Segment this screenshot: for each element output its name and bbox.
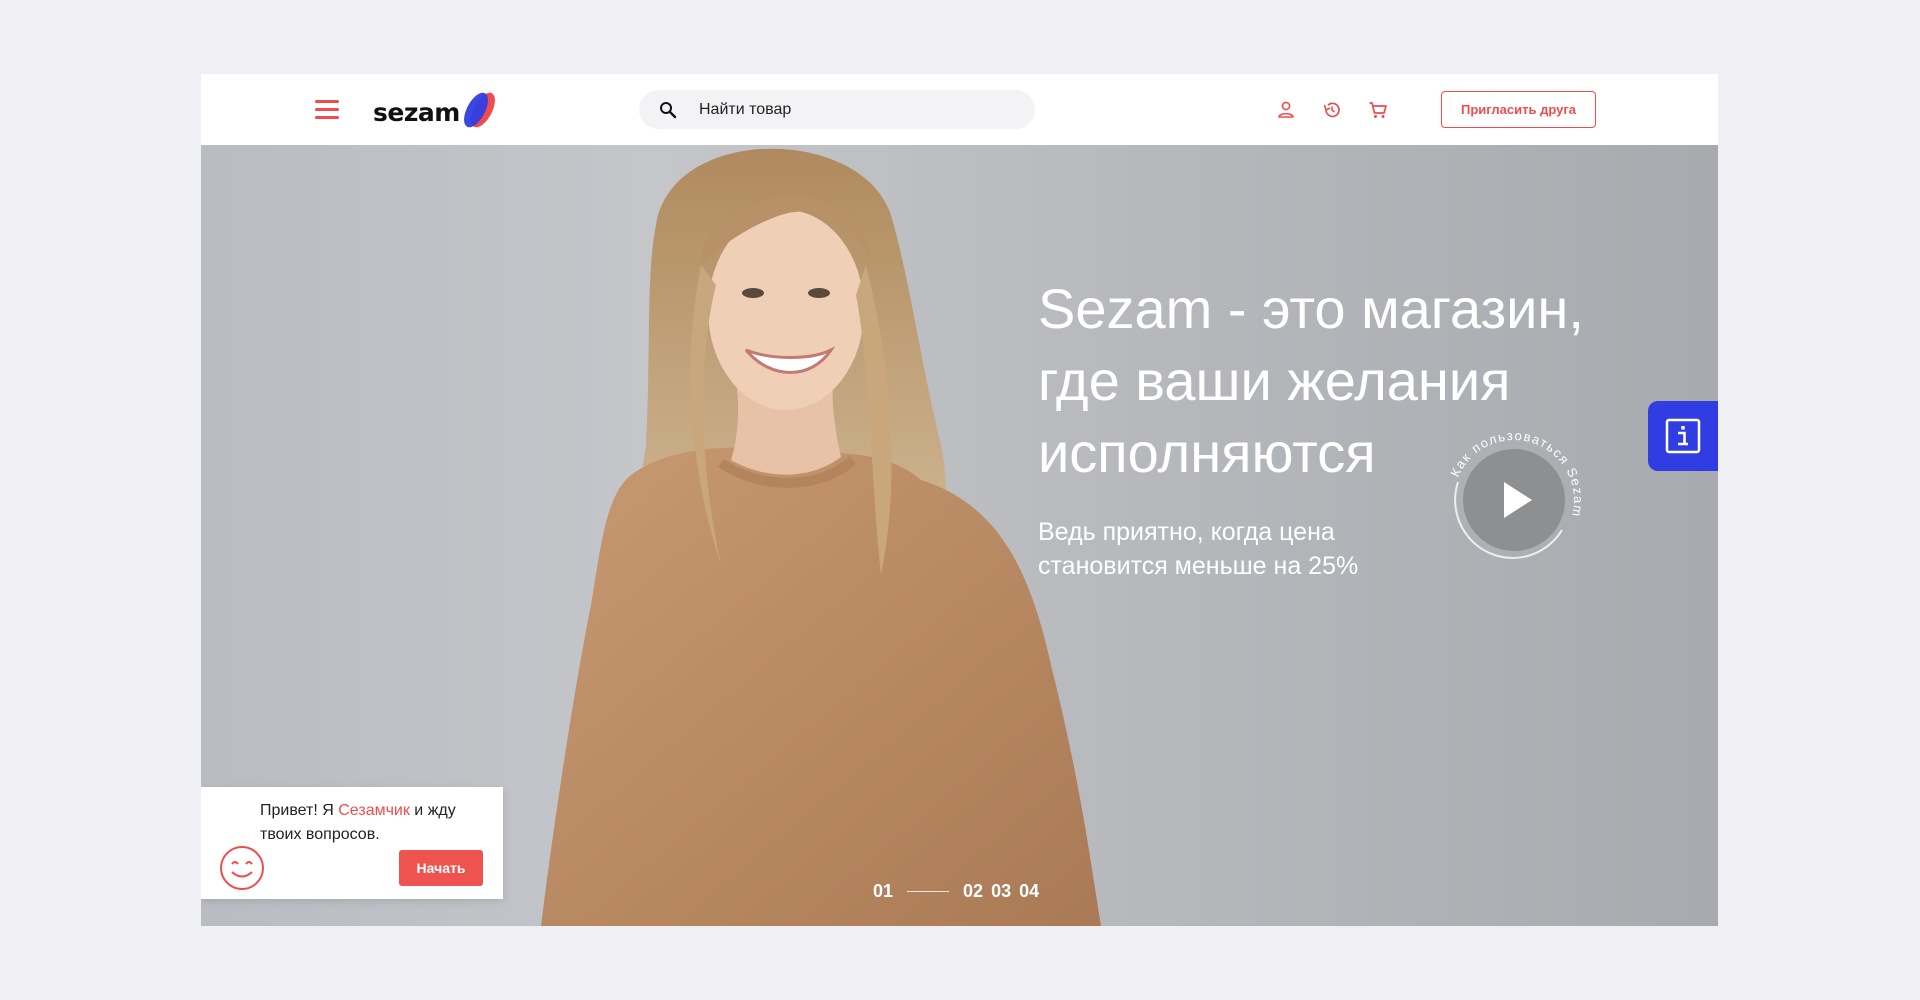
slide-number[interactable]: 01 — [873, 881, 893, 902]
search-input[interactable] — [699, 90, 1019, 129]
chat-text-part: Привет! Я — [260, 802, 339, 819]
headline-line: где ваши желания — [1038, 349, 1511, 412]
chat-bot-name: Сезамчик — [338, 802, 410, 819]
slide-number[interactable]: 03 — [991, 881, 1011, 902]
site-header: sezam Пригласить друг — [201, 74, 1718, 145]
chat-widget: Привет! Я Сезамчик и жду твоих вопросов.… — [201, 787, 503, 899]
logo-mark-icon — [464, 92, 495, 128]
chat-greeting: Привет! Я Сезамчик и жду твоих вопросов. — [260, 799, 480, 847]
smile-icon — [220, 846, 264, 890]
slide-number[interactable]: 02 — [963, 881, 983, 902]
info-icon — [1665, 418, 1701, 454]
headline-line: Sezam - это магазин, — [1038, 277, 1584, 340]
logo-text: sezam — [373, 98, 460, 127]
user-icon[interactable] — [1275, 99, 1297, 121]
search-icon — [660, 102, 677, 119]
chat-start-button[interactable]: Начать — [399, 850, 483, 886]
logo[interactable]: sezam — [373, 90, 513, 130]
search-bar[interactable] — [639, 90, 1035, 129]
info-button[interactable] — [1648, 401, 1718, 471]
active-slide-indicator — [907, 891, 950, 892]
slide-pagination: 01 02 03 04 — [873, 881, 1039, 902]
hero-photo — [541, 148, 1101, 926]
history-icon[interactable] — [1321, 99, 1343, 121]
hero-subline: Ведь приятно, когда цена становится мень… — [1038, 515, 1458, 583]
slide-number[interactable]: 04 — [1019, 881, 1039, 902]
menu-icon[interactable] — [315, 98, 339, 120]
subline-line: становится меньше на 25% — [1038, 552, 1359, 580]
how-to-video-button[interactable]: Как пользоваться Sezam — [1444, 430, 1584, 570]
page-frame: sezam Пригласить друг — [201, 74, 1718, 926]
subline-line: Ведь приятно, когда цена — [1038, 518, 1335, 546]
invite-friend-button[interactable]: Пригласить друга — [1441, 91, 1596, 128]
cart-icon[interactable] — [1367, 99, 1389, 121]
